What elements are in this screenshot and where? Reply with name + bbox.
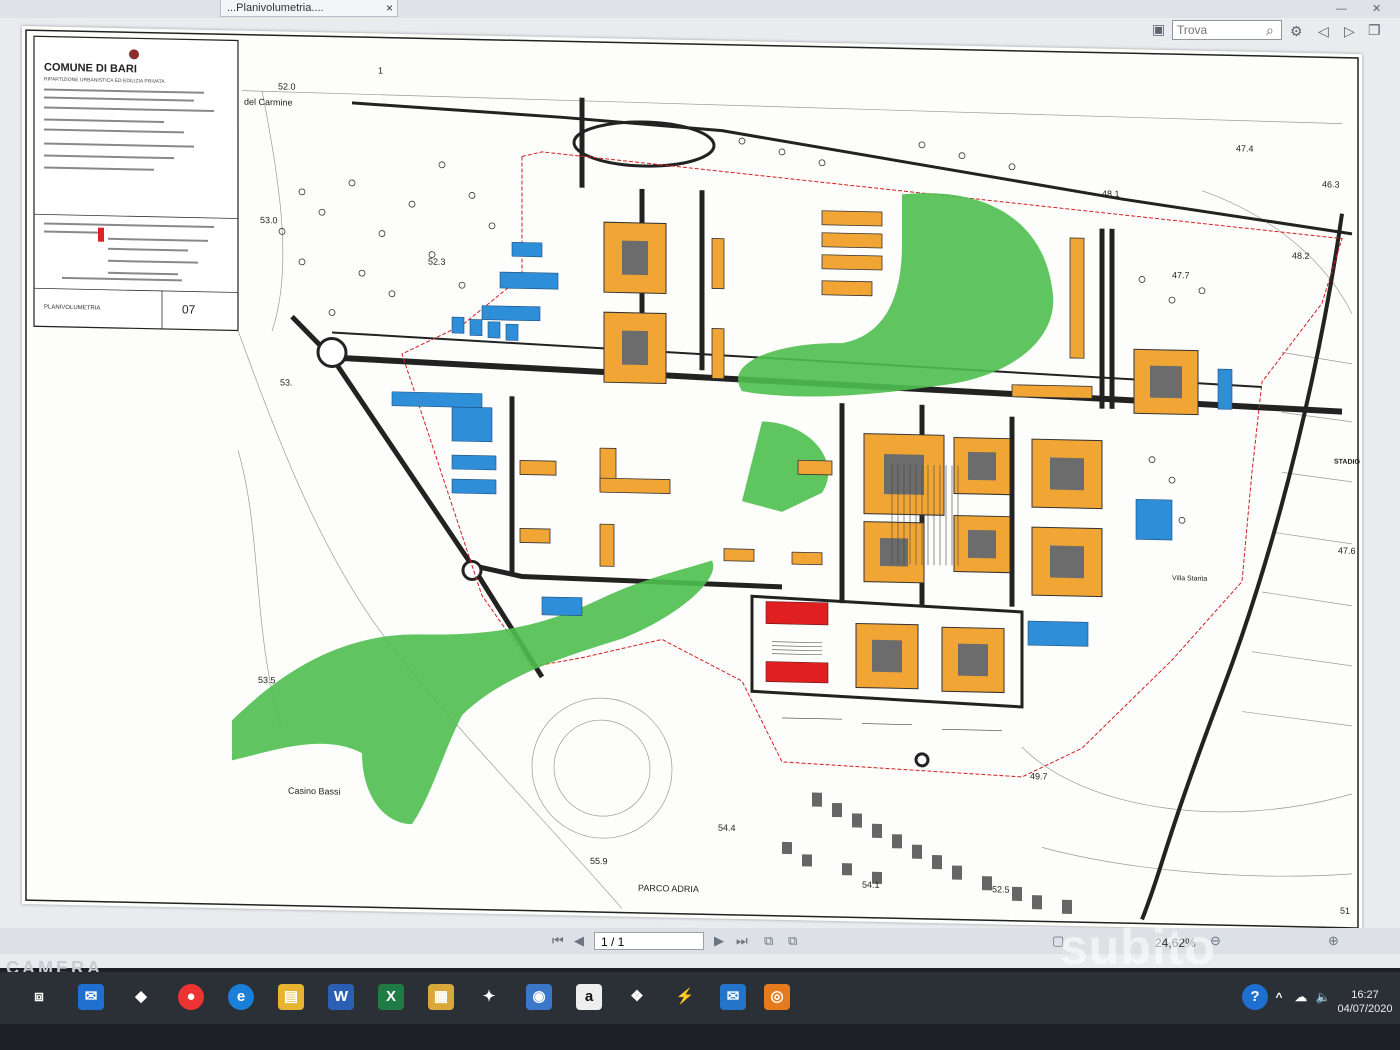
gallery-icon[interactable]: ✦ — [476, 984, 502, 1010]
help-icon[interactable]: ? — [1242, 984, 1268, 1010]
clock-time: 16:27 — [1351, 989, 1379, 1001]
municipality-title: COMUNE DI BARI — [44, 61, 137, 75]
network-icon[interactable]: ⚡ — [672, 984, 698, 1010]
watermark-logo: subito — [1060, 919, 1216, 975]
amazon-icon[interactable]: a — [576, 984, 602, 1010]
elevation-label: 51 — [1340, 906, 1350, 916]
clock-date: 04/07/2020 — [1337, 1003, 1393, 1015]
street-label: del Carmine — [244, 97, 293, 108]
title-bar: ...Planivolumetria.... × — [0, 0, 1400, 18]
elevation-label: 52.3 — [428, 257, 446, 267]
elevation-label: 52.0 — [278, 81, 296, 91]
word-icon[interactable]: W — [328, 984, 354, 1010]
zoom-in-icon[interactable]: ⊕ — [1328, 933, 1339, 949]
find-toolbar-icon[interactable]: ▣ — [1152, 21, 1165, 38]
search-icon[interactable]: ⌕ — [1266, 22, 1274, 39]
taskbar — [0, 972, 1400, 1024]
sheet-number: 07 — [182, 302, 196, 316]
last-page-icon[interactable]: ⏭ — [736, 933, 748, 949]
task-view-icon[interactable]: ⧈ — [26, 984, 52, 1010]
page-number-field[interactable]: 1 / 1 — [594, 932, 704, 950]
elevation-label: 54.1 — [862, 880, 880, 890]
elevation-label: 47.7 — [1172, 270, 1190, 280]
site-plan-map: COMUNE DI BARI RIPARTIZIONE URBANISTICA … — [25, 29, 1362, 929]
excel-icon[interactable]: X — [378, 984, 404, 1010]
elevation-label: 47.6 — [1338, 546, 1356, 556]
elevation-label: 52.5 — [992, 884, 1010, 894]
elevation-label: 47.4 — [1236, 143, 1254, 153]
folder-icon[interactable]: ▤ — [278, 984, 304, 1010]
elevation-label: 53.5 — [258, 675, 276, 685]
dropbox-tray-icon[interactable]: ❖ — [624, 984, 650, 1010]
window-icon[interactable]: ❐ — [1368, 22, 1381, 39]
elevation-label: 54.4 — [718, 823, 736, 833]
casino-label: Casino Bassi — [288, 786, 341, 797]
two-page-icon[interactable]: ⧉ — [764, 933, 773, 949]
elevation-label: 53. — [280, 377, 293, 387]
back-icon[interactable]: ◁ — [1318, 23, 1329, 40]
chrome-icon[interactable]: ● — [178, 984, 204, 1010]
edge-icon[interactable]: e — [228, 984, 254, 1010]
houses — [782, 792, 1072, 914]
prev-page-icon[interactable]: ◀ — [574, 933, 584, 949]
sheet-title: PLANIVOLUMETRIA — [44, 304, 100, 311]
elevation-label: 55.9 — [590, 856, 608, 866]
close-icon[interactable]: × — [386, 0, 393, 16]
explorer-icon[interactable]: ▦ — [428, 984, 454, 1010]
dropbox-icon[interactable]: ◆ — [128, 984, 154, 1010]
parcel-label: 1 — [378, 65, 383, 75]
forward-icon[interactable]: ▷ — [1344, 23, 1355, 40]
system-clock[interactable]: 16:27 04/07/2020 — [1330, 988, 1400, 1016]
elevation-label: 48.2 — [1292, 251, 1310, 261]
monitor-screen: ...Planivolumetria.... × ▣ ⌕ ⚙ ◁ ▷ ❐ — ✕… — [0, 0, 1400, 968]
elevation-label: 46.3 — [1322, 179, 1340, 189]
app-icon[interactable]: ◎ — [764, 984, 790, 1010]
minimize-icon[interactable]: — — [1336, 3, 1347, 15]
villa-label: Villa Starita — [1172, 575, 1207, 583]
park-label: PARCO ADRIA — [638, 883, 699, 894]
next-page-icon[interactable]: ▶ — [714, 933, 724, 949]
first-page-icon[interactable]: ⏮ — [552, 933, 564, 949]
document-tab[interactable]: ...Planivolumetria.... × — [220, 0, 398, 17]
elevation-label: 49.7 — [1030, 771, 1048, 781]
elevation-label: 48.1 — [1102, 189, 1120, 199]
mail-icon[interactable]: ✉ — [78, 984, 104, 1010]
document-tab-label: ...Planivolumetria.... — [227, 2, 324, 14]
outlook-icon[interactable]: ✉ — [720, 984, 746, 1010]
close-window-icon[interactable]: ✕ — [1372, 2, 1381, 15]
settings-icon[interactable]: ⚙ — [1290, 23, 1303, 40]
store-icon[interactable]: ◉ — [526, 984, 552, 1010]
fit-page-icon[interactable]: ⧉ — [788, 933, 797, 949]
stadium-label: STADIO SAN NICOLA — [1334, 458, 1362, 466]
elevation-label: 53.0 — [260, 215, 278, 225]
document-page[interactable]: COMUNE DI BARI RIPARTIZIONE URBANISTICA … — [22, 26, 1362, 933]
